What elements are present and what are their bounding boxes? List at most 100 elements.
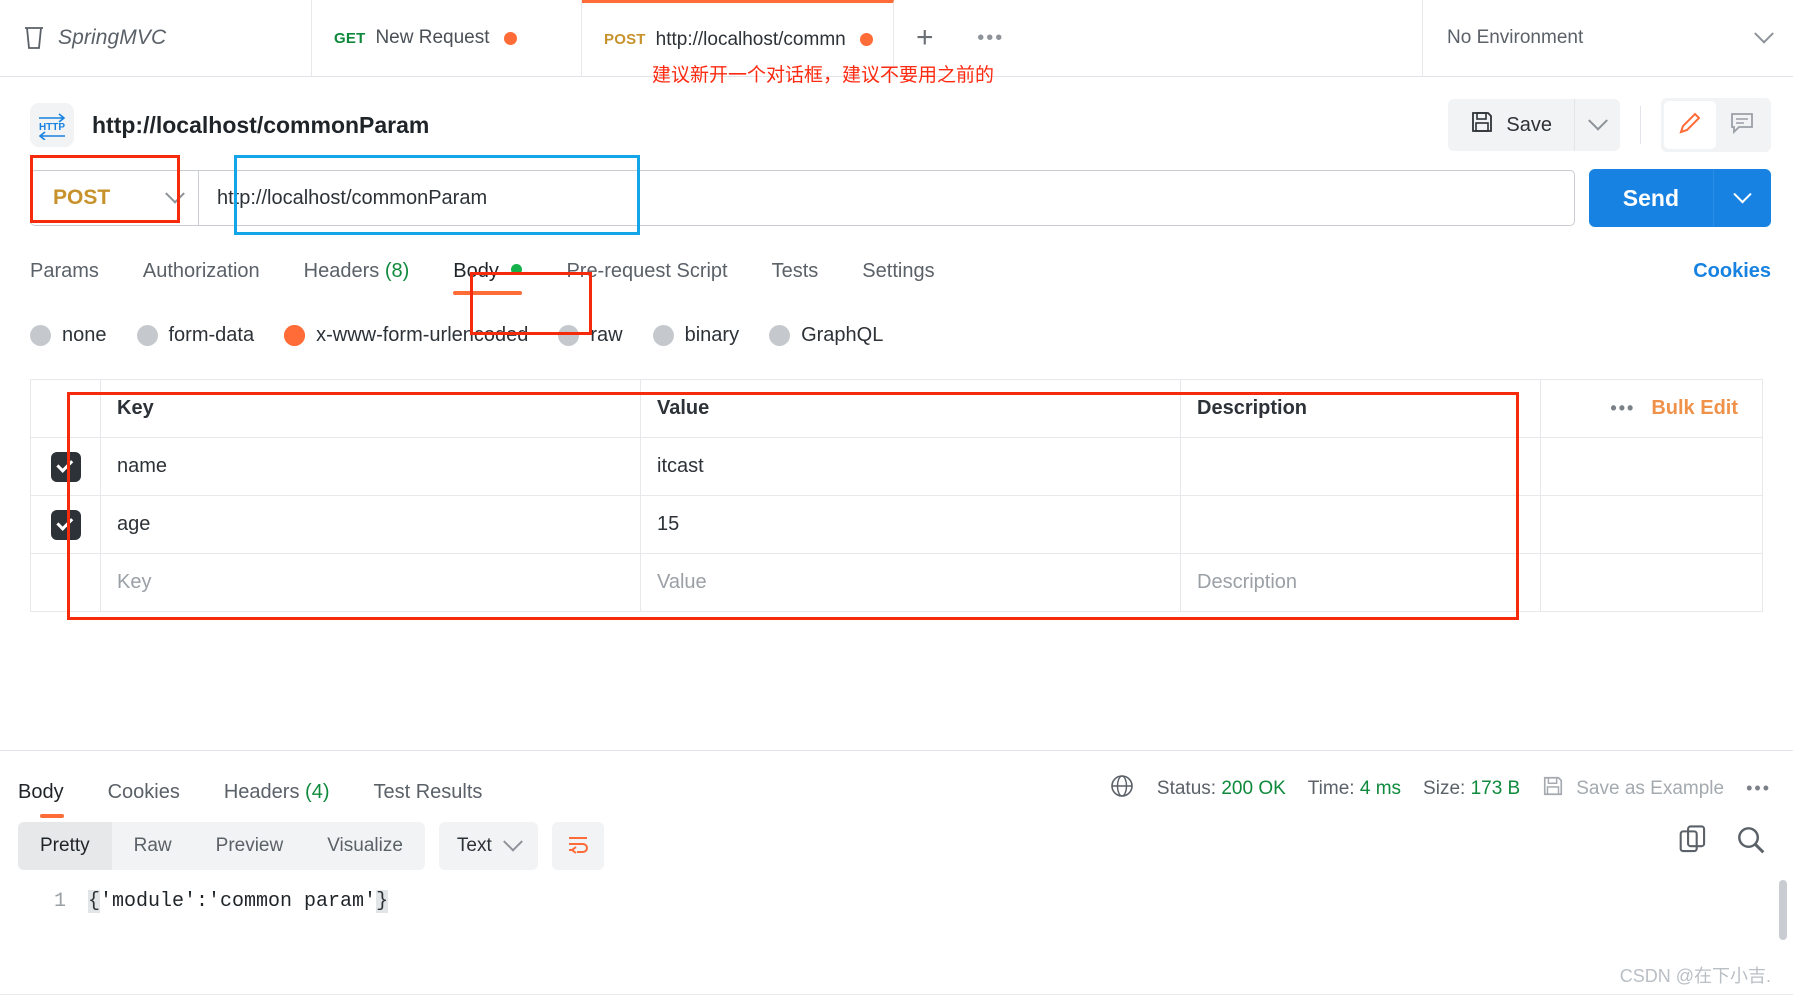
- annotation-text: 建议新开一个对话框，建议不要用之前的: [652, 64, 995, 86]
- time-label: Time:: [1307, 777, 1355, 799]
- table-row-empty[interactable]: Key Value Description: [30, 553, 1763, 612]
- tab-pre-request-script[interactable]: Pre-request Script: [544, 260, 749, 295]
- response-tab-cookies[interactable]: Cookies: [86, 781, 202, 818]
- body-type-urlencoded[interactable]: x-www-form-urlencoded: [284, 324, 528, 347]
- body-type-radios: none form-data x-www-form-urlencoded raw…: [0, 317, 1793, 353]
- response-tab-headers[interactable]: Headers (4): [202, 781, 352, 818]
- row-key[interactable]: age: [100, 495, 641, 554]
- save-options-button[interactable]: [1574, 99, 1620, 151]
- table-row[interactable]: name itcast: [30, 437, 1763, 496]
- response-body-code[interactable]: 1 { 'module':'common param' }: [0, 890, 1793, 950]
- empty-row-key[interactable]: Key: [100, 553, 641, 612]
- url-input[interactable]: http://localhost/commonParam: [198, 170, 1575, 226]
- header-actions: ••• Bulk Edit: [1540, 379, 1763, 438]
- body-type-form-data[interactable]: form-data: [136, 324, 254, 347]
- floppy-disk-icon: [1470, 110, 1494, 140]
- http-protocol-icon: HTTP: [30, 103, 74, 147]
- response-more-icon[interactable]: •••: [1746, 778, 1771, 799]
- workspace-tab[interactable]: SpringMVC: [0, 0, 312, 76]
- row-key[interactable]: name: [100, 437, 641, 496]
- view-mode-visualize[interactable]: Visualize: [305, 822, 425, 870]
- request-tab-1-method: GET: [334, 29, 366, 47]
- save-as-example-button[interactable]: Save as Example: [1542, 775, 1724, 803]
- view-mode-preview[interactable]: Preview: [194, 822, 306, 870]
- body-type-graphql-label: GraphQL: [801, 323, 884, 346]
- tabstrip-spacer: [1026, 0, 1423, 76]
- send-button[interactable]: Send: [1589, 169, 1713, 227]
- tab-settings[interactable]: Settings: [840, 260, 956, 295]
- body-type-urlencoded-label: x-www-form-urlencoded: [316, 323, 529, 346]
- request-tab-1[interactable]: GET New Request: [312, 0, 582, 76]
- body-params-table: Key Value Description ••• Bulk Edit name…: [30, 379, 1763, 612]
- request-tab-2-unsaved-dot: [859, 33, 873, 46]
- word-wrap-icon: [565, 831, 591, 862]
- row-checkbox-cell[interactable]: [30, 437, 101, 496]
- body-type-binary[interactable]: binary: [652, 323, 740, 347]
- status-value: 200 OK: [1221, 777, 1286, 799]
- request-header: HTTP http://localhost/commonParam Save: [0, 89, 1793, 161]
- response-scrollbar[interactable]: [1779, 880, 1787, 940]
- save-button[interactable]: Save: [1448, 99, 1574, 151]
- checkbox-checked-icon[interactable]: [50, 451, 81, 482]
- word-wrap-button[interactable]: [551, 822, 604, 870]
- header-value: Value: [640, 379, 1181, 438]
- bulk-edit-group: ••• Bulk Edit: [1557, 397, 1746, 420]
- row-description[interactable]: [1180, 495, 1541, 554]
- response-tab-body[interactable]: Body: [18, 781, 86, 818]
- body-type-raw[interactable]: raw: [558, 323, 623, 347]
- request-header-actions: Save: [1448, 98, 1771, 152]
- save-button-label: Save: [1506, 113, 1552, 136]
- body-type-binary-label: binary: [684, 323, 740, 346]
- url-input-value: http://localhost/commonParam: [217, 186, 488, 209]
- request-tab-2-method: POST: [604, 31, 646, 48]
- environment-selector[interactable]: No Environment: [1423, 0, 1793, 76]
- chevron-down-icon: [1587, 110, 1608, 131]
- tab-body-label: Body: [453, 260, 499, 282]
- row-value[interactable]: 15: [640, 495, 1181, 554]
- tab-headers[interactable]: Headers (8): [282, 260, 432, 295]
- view-mode-raw[interactable]: Raw: [112, 822, 194, 870]
- save-as-example-label: Save as Example: [1576, 777, 1725, 799]
- search-button[interactable]: [1735, 824, 1767, 861]
- response-separator: [0, 750, 1793, 751]
- line-number: 1: [53, 890, 66, 913]
- ellipsis-icon[interactable]: •••: [1610, 398, 1635, 419]
- tab-body[interactable]: Body: [431, 260, 544, 295]
- row-value[interactable]: itcast: [640, 437, 1181, 496]
- body-type-graphql[interactable]: GraphQL: [769, 324, 883, 347]
- tab-authorization[interactable]: Authorization: [121, 260, 282, 295]
- method-selector[interactable]: POST: [30, 170, 198, 226]
- chevron-down-icon: [165, 183, 185, 204]
- body-type-none[interactable]: none: [30, 324, 107, 347]
- tab-headers-count: (8): [384, 260, 410, 282]
- tab-tests[interactable]: Tests: [750, 260, 841, 295]
- response-tab-test-results[interactable]: Test Results: [351, 781, 504, 818]
- body-type-raw-label: raw: [590, 323, 623, 346]
- method-selector-value: POST: [53, 186, 111, 209]
- cookies-link[interactable]: Cookies: [1693, 260, 1771, 295]
- table-row[interactable]: age 15: [30, 495, 1763, 554]
- environment-label: No Environment: [1447, 27, 1584, 48]
- header-key: Key: [100, 379, 641, 438]
- table-header-row: Key Value Description ••• Bulk Edit: [30, 379, 1763, 438]
- radio-icon: [652, 324, 674, 346]
- comment-button[interactable]: [1716, 101, 1768, 149]
- response-viewer-toolbar: Pretty Raw Preview Visualize Text: [18, 822, 604, 870]
- response-format-selector[interactable]: Text: [438, 822, 538, 870]
- empty-row-description[interactable]: Description: [1180, 553, 1541, 612]
- row-description[interactable]: [1180, 437, 1541, 496]
- empty-row-value[interactable]: Value: [640, 553, 1181, 612]
- tab-params[interactable]: Params: [30, 260, 121, 295]
- header-description: Description: [1180, 379, 1541, 438]
- row-checkbox-cell[interactable]: [30, 495, 101, 554]
- copy-button[interactable]: [1677, 824, 1709, 861]
- view-mode-pretty[interactable]: Pretty: [18, 822, 112, 870]
- bulk-edit-link[interactable]: Bulk Edit: [1651, 397, 1738, 420]
- postman-logo-icon: [22, 25, 46, 51]
- checkbox-checked-icon[interactable]: [50, 509, 81, 540]
- send-options-button[interactable]: [1713, 169, 1771, 227]
- chevron-down-icon: [502, 831, 523, 852]
- header-divider: [1640, 106, 1641, 144]
- code-open-brace: {: [88, 890, 101, 913]
- edit-request-button[interactable]: [1664, 101, 1716, 149]
